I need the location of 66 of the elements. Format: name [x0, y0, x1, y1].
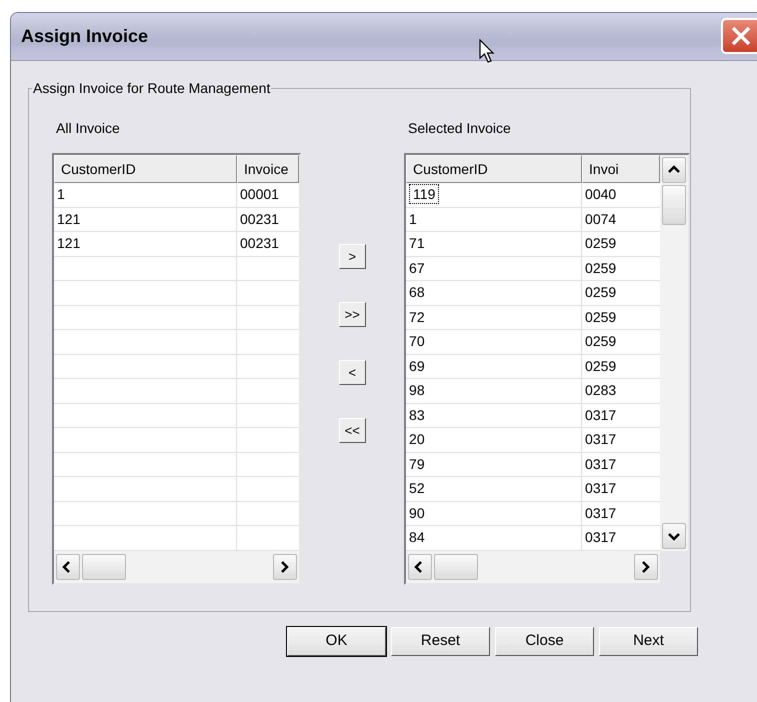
table-cell-text: 0317 [584, 528, 618, 547]
table-cell: 1 [406, 208, 582, 231]
table-cell: 1 [54, 183, 237, 206]
scrollbar-thumb[interactable] [434, 554, 478, 580]
table-cell: 71 [406, 232, 582, 256]
table-cell-text: 0259 [584, 234, 618, 253]
table-cell: 72 [406, 306, 582, 329]
table-cell: 67 [406, 256, 582, 280]
table-cell-text: 0317 [584, 479, 618, 498]
table-cell: 119 [406, 183, 582, 206]
scroll-left-button[interactable] [56, 554, 80, 580]
table-cell: 20 [406, 428, 582, 452]
move-button[interactable]: << [338, 418, 366, 443]
column-header[interactable]: Invoi [582, 155, 660, 183]
table-cell-text: 0317 [584, 454, 618, 474]
horizontal-scrollbar[interactable] [406, 551, 660, 583]
table-cell-text: 0074 [584, 210, 618, 228]
list-label: Selected Invoice [408, 119, 512, 137]
dialog-button[interactable]: Close [495, 627, 594, 656]
scrollbar-thumb[interactable] [82, 554, 126, 580]
column-header[interactable]: CustomerID [54, 155, 237, 183]
move-button[interactable]: > [338, 244, 366, 269]
dialog-button[interactable]: Reset [391, 627, 490, 656]
window-title: Assign Invoice [21, 25, 148, 48]
table-cell-text: 0317 [584, 430, 618, 449]
scroll-down-button[interactable] [662, 523, 686, 549]
table-cell-text: 0317 [584, 406, 618, 424]
vertical-scrollbar[interactable] [660, 155, 688, 551]
table-cell: 98 [406, 379, 582, 402]
table-cell: 52 [406, 477, 582, 500]
table-cell: 70 [406, 330, 582, 354]
dialog-button[interactable]: OK [287, 627, 386, 656]
table-cell: 121 [54, 208, 237, 231]
column-header[interactable]: CustomerID [406, 155, 582, 183]
table-cell: 84 [406, 526, 582, 550]
column-header[interactable]: Invoice [237, 155, 298, 183]
close-button[interactable] [721, 18, 757, 54]
table-cell-text: 00001 [239, 185, 280, 204]
close-icon [729, 24, 753, 48]
scroll-left-button[interactable] [408, 554, 432, 580]
move-button[interactable]: >> [338, 302, 366, 327]
table-cell: 83 [406, 404, 582, 427]
table-cell: 79 [406, 452, 582, 476]
table-cell-text: 0040 [584, 185, 618, 204]
table-cell-text: 00231 [239, 210, 280, 228]
scroll-up-button[interactable] [662, 157, 686, 183]
scroll-right-button[interactable] [272, 554, 296, 580]
table-cell: 68 [406, 281, 582, 304]
list-label: All Invoice [56, 119, 121, 137]
table-cell: 90 [406, 502, 582, 525]
scroll-right-button[interactable] [634, 554, 658, 580]
table-cell-text: 0283 [584, 381, 618, 400]
table-cell-text: 0259 [584, 356, 618, 376]
table-cell: 69 [406, 354, 582, 378]
table-cell-text: 0259 [584, 308, 618, 326]
scrollbar-thumb[interactable] [662, 185, 686, 225]
mouse-pointer-icon [479, 39, 497, 65]
table-cell-text: 0259 [584, 283, 618, 302]
table-cell-text: 00231 [239, 234, 280, 253]
table-cell-text: 0317 [584, 504, 618, 522]
table-cell-text: 0259 [584, 332, 618, 351]
table-cell-text: 0259 [584, 258, 618, 278]
table-cell: 121 [54, 232, 237, 256]
dialog-button[interactable]: Next [599, 627, 698, 656]
horizontal-scrollbar[interactable] [54, 551, 298, 583]
move-button[interactable]: < [338, 360, 366, 385]
